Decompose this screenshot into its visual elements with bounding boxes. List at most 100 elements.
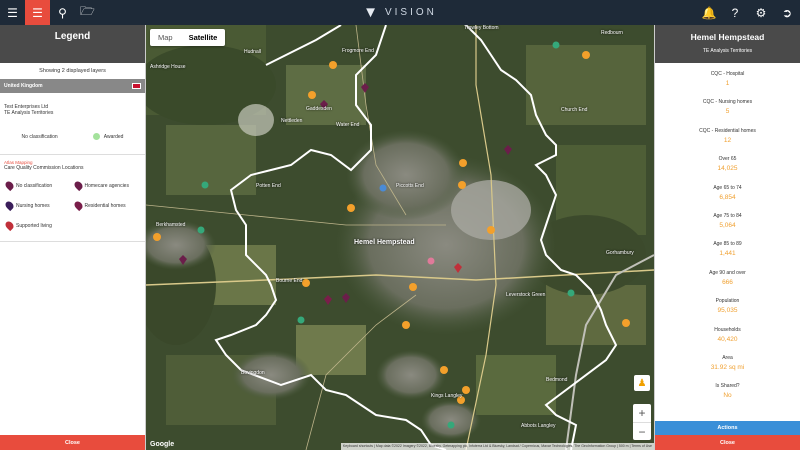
legend-label: Awarded	[103, 133, 124, 140]
map-attribution[interactable]: Keyboard shortcuts | Map data ©2022 Imag…	[340, 443, 654, 450]
stat-label: Age 75 to 84	[713, 212, 742, 219]
stat-label: Age 85 to 89	[713, 241, 742, 248]
map-type-toggle: Map Satellite	[150, 29, 226, 46]
stat-value: 31.92 sq mi	[710, 363, 745, 371]
stat-item: CQC - Nursing homes 5	[655, 94, 800, 122]
help-icon[interactable]: ?	[722, 0, 748, 25]
legend-item: Supported living	[3, 218, 71, 233]
stat-label: CQC - Nursing homes	[702, 99, 753, 106]
uk-flag-icon	[132, 83, 141, 89]
place-label: Piccotts End	[396, 183, 424, 189]
zoom-control: + −	[633, 404, 651, 440]
stat-value: 6,854	[719, 193, 736, 201]
logout-icon[interactable]: ➲	[774, 0, 800, 25]
stat-label: Area	[722, 354, 733, 361]
detail-close-button[interactable]: Close	[655, 435, 800, 450]
stat-value: 5	[725, 108, 730, 116]
stats-list: CQC - Hospital 1 CQC - Nursing homes 5 CQC…	[655, 63, 800, 407]
map-type-satellite-button[interactable]: Satellite	[181, 29, 226, 46]
place-label: Leverstock Green	[506, 292, 546, 298]
gear-icon[interactable]: ⚙	[748, 0, 774, 25]
legend-close-button[interactable]: Close	[0, 435, 145, 450]
stat-item: Age 90 and over 666	[655, 265, 800, 293]
layer1-section: Test Enterprises Ltd TE Analysis Territo…	[0, 93, 145, 154]
stat-label: Households	[714, 326, 741, 333]
street-view-pegman-icon[interactable]: ♟	[634, 375, 650, 391]
legend-label: No classification	[16, 182, 53, 189]
stat-item: Age 65 to 74 6,854	[655, 180, 800, 208]
stat-label: Population	[715, 298, 740, 305]
stat-item: CQC - Residential homes 12	[655, 123, 800, 151]
map-view[interactable]: Map Satellite Hemel Hempstead Berkhamste…	[146, 25, 654, 450]
layer2-section: Atlas Mapping Care Quality Commission Lo…	[0, 155, 145, 174]
legend-label: No classification	[21, 133, 58, 140]
place-label: Redbourn	[601, 30, 623, 36]
awarded-swatch	[92, 133, 100, 140]
stat-item: CQC - Hospital 1	[655, 66, 800, 94]
place-label: Kings Langley	[431, 393, 463, 399]
stat-item: Area 31.92 sq mi	[655, 350, 800, 378]
stat-item: Is Shared? No	[655, 378, 800, 406]
stat-label: Is Shared?	[715, 383, 740, 390]
stat-label: Over 65	[718, 156, 737, 163]
layer1-name: TE Analysis Territories	[4, 110, 54, 116]
stat-value: 95,035	[717, 307, 738, 315]
detail-title: Hemel Hempstead	[690, 32, 765, 42]
vision-logo-icon: ▼	[363, 4, 381, 21]
legend-header: Legend	[0, 25, 145, 63]
stat-item: Age 75 to 84 5,064	[655, 208, 800, 236]
legend-no-classification: No classification	[22, 130, 58, 143]
satellite-imagery	[146, 25, 654, 450]
stat-value: 40,420	[717, 335, 738, 343]
shield-pin-icon	[3, 219, 16, 232]
place-label: Bourne End	[276, 278, 303, 284]
top-bar: ☰ ☰ ⚲ 🗁 ▼ VISION 🔔 ? ⚙ ➲	[0, 0, 800, 25]
place-label: Gorhambury	[606, 250, 634, 256]
place-label: Gaddesden	[306, 106, 332, 112]
region-bar[interactable]: United Kingdom	[0, 79, 145, 93]
stat-label: Age 65 to 74	[713, 184, 742, 191]
pin-icon	[72, 179, 84, 192]
stat-value: 1	[725, 80, 730, 87]
zoom-in-button[interactable]: +	[633, 404, 651, 422]
stat-item: Over 65 14,025	[655, 151, 800, 179]
place-label: Abbots Langley	[521, 423, 556, 429]
place-label: Potten End	[256, 183, 281, 189]
map-type-map-button[interactable]: Map	[150, 29, 181, 46]
legend-panel: Legend Showing 2 displayed layers United…	[0, 25, 146, 450]
place-label: Frogmore End	[342, 48, 374, 54]
place-label: Hudnall	[244, 49, 261, 55]
pin-icon	[3, 199, 16, 212]
stat-value: No	[723, 392, 732, 400]
legend-label: Supported living	[16, 222, 52, 229]
brand-logo: ▼ VISION	[0, 0, 800, 25]
bell-icon[interactable]: 🔔	[696, 0, 722, 25]
stat-label: CQC - Hospital	[710, 71, 745, 77]
layer2-name: Care Quality Commission Locations	[4, 165, 84, 171]
place-label: Nettleden	[281, 118, 303, 124]
legend-awarded: Awarded	[92, 130, 124, 143]
actions-button[interactable]: Actions	[655, 421, 800, 435]
legend-item: Homecare agencies	[72, 178, 140, 193]
place-label: Ashridge House	[150, 64, 186, 70]
legend-label: Residential homes	[84, 202, 126, 209]
stat-item: Households 40,420	[655, 322, 800, 350]
legend-label: Nursing homes	[16, 202, 50, 209]
place-label: Water End	[336, 122, 360, 128]
zoom-out-button[interactable]: −	[633, 422, 651, 440]
place-label: Bedmond	[546, 377, 568, 383]
legend-label: Homecare agencies	[84, 182, 129, 189]
place-label: Hemel Hempstead	[354, 239, 415, 246]
legend-subtitle: Showing 2 displayed layers	[39, 68, 106, 74]
place-label: Bovingdon	[241, 370, 265, 376]
stat-label: Age 90 and over	[709, 269, 746, 276]
stat-value: 5,064	[719, 221, 736, 229]
detail-header: Hemel Hempstead TE Analysis Territories	[655, 25, 800, 63]
stat-item: Age 85 to 89 1,441	[655, 236, 800, 264]
stat-value: 1,441	[719, 250, 736, 258]
detail-subtitle: TE Analysis Territories	[702, 48, 753, 54]
place-label: Berkhamsted	[156, 222, 186, 228]
stat-value: 12	[723, 136, 732, 144]
place-label: Trowley Bottom	[464, 25, 499, 31]
stat-value: 14,025	[717, 165, 738, 173]
